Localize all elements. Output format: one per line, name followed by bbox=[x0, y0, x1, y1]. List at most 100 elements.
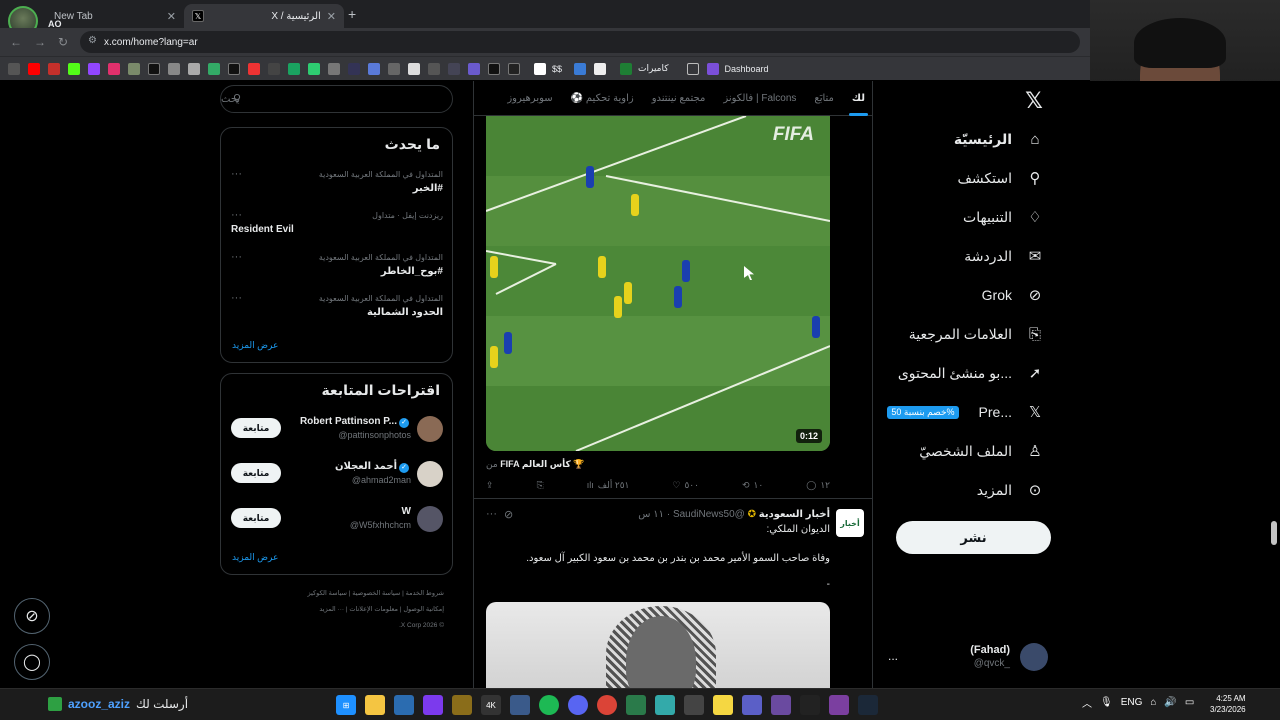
battery-icon[interactable]: ▭ bbox=[1185, 697, 1194, 708]
x-bookmark-icon[interactable] bbox=[148, 62, 160, 75]
more-icon[interactable]: ··· bbox=[231, 292, 242, 304]
bookmark-icon[interactable] bbox=[208, 62, 220, 75]
nav-bookmarks[interactable]: ⎘ العلامات المرجعية bbox=[909, 318, 1044, 350]
discord-icon[interactable] bbox=[568, 695, 588, 715]
more-icon[interactable]: ··· bbox=[486, 508, 497, 520]
follow-suggestion[interactable]: أحمد العجلان ✓ @ahmad2man متابعة bbox=[231, 459, 443, 493]
nav-explore[interactable]: ⚲ استكشف bbox=[957, 162, 1044, 194]
nav-grok[interactable]: ⊘ Grok bbox=[982, 279, 1044, 311]
app-icon[interactable] bbox=[771, 695, 791, 715]
nav-notifications[interactable]: ♢ التنبيهات bbox=[963, 201, 1044, 233]
follow-suggestion[interactable]: W @W5fxhhchcm متابعة bbox=[231, 504, 443, 538]
source-account-link[interactable]: FIFA كأس العالم 🏆 bbox=[500, 459, 584, 469]
bookmark-icon[interactable] bbox=[288, 62, 300, 75]
tweet-time[interactable]: ١١ س bbox=[638, 509, 664, 520]
footer-links[interactable]: شروط الخدمة | سياسة الخصوصية | سياسة الك… bbox=[230, 586, 444, 602]
bookmark-icon[interactable] bbox=[488, 62, 500, 75]
account-menu-icon[interactable]: ... bbox=[888, 649, 898, 663]
bookmark-icon[interactable] bbox=[428, 62, 440, 75]
grok-fab-icon[interactable]: ⊘ bbox=[14, 598, 50, 634]
app-icon[interactable] bbox=[684, 695, 704, 715]
tweet-image[interactable] bbox=[486, 602, 830, 688]
chevron-up-icon[interactable]: ︿ bbox=[1082, 695, 1092, 710]
language-indicator[interactable]: ENG bbox=[1121, 697, 1143, 708]
app-icon[interactable] bbox=[829, 695, 849, 715]
app-icon[interactable] bbox=[800, 695, 820, 715]
bookmark-icon[interactable] bbox=[448, 62, 460, 75]
nav-creator-studio[interactable]: ➚ ...بو منشئ المحتوى bbox=[898, 357, 1044, 389]
back-icon[interactable]: ← bbox=[10, 35, 22, 49]
follow-button[interactable]: متابعة bbox=[231, 508, 281, 528]
bookmark-icon[interactable] bbox=[48, 62, 60, 75]
trend-item[interactable]: المتداول في المملكة العربية السعودية #بو… bbox=[231, 251, 443, 287]
twitch-bookmark-icon[interactable] bbox=[88, 62, 100, 75]
bookmark-cameras[interactable]: كاميرات bbox=[618, 62, 669, 75]
footer-links[interactable]: إمكانية الوصول | معلومات الإعلانات | ···… bbox=[230, 602, 444, 618]
tiktok-bookmark-icon[interactable] bbox=[228, 62, 240, 75]
nav-messages[interactable]: ✉ الدردشة bbox=[964, 240, 1044, 272]
post-button[interactable]: نشر bbox=[896, 521, 1051, 554]
nav-premium[interactable]: 𝕏 ...Pre %خصم بنسبة 50 bbox=[887, 396, 1044, 428]
bookmark-icon[interactable] bbox=[508, 62, 520, 75]
scrollbar-thumb[interactable] bbox=[1271, 521, 1277, 545]
bookmark-icon[interactable] bbox=[248, 62, 260, 75]
search-input[interactable]: بحث ⚲ bbox=[220, 85, 453, 113]
trend-item[interactable]: ريزدنت إيفل · متداول Resident Evil ··· bbox=[231, 209, 443, 245]
tab-new-tab[interactable]: New Tab ✕ bbox=[8, 4, 184, 28]
amazon-bookmark-icon[interactable] bbox=[408, 62, 420, 75]
bookmark-icon[interactable] bbox=[128, 62, 140, 75]
spotify-icon[interactable] bbox=[539, 695, 559, 715]
start-icon[interactable]: ⊞ bbox=[336, 695, 356, 715]
file-explorer-icon[interactable] bbox=[365, 695, 385, 715]
trend-item[interactable]: المتداول في المملكة العربية السعودية الح… bbox=[231, 292, 443, 328]
bookmark-icon[interactable] bbox=[308, 62, 320, 75]
avatar[interactable]: أخبار bbox=[836, 509, 864, 537]
tab-refereeing-corner[interactable]: ⚽ زاوية تحكيم bbox=[562, 81, 643, 116]
bookmark-button[interactable]: ⎘ bbox=[537, 480, 544, 491]
tab-superheroes[interactable]: سوبرهيروز bbox=[498, 81, 561, 116]
more-icon[interactable]: ··· bbox=[231, 209, 242, 221]
x-logo-icon[interactable]: 𝕏 bbox=[1022, 89, 1046, 113]
bookmark-icon[interactable] bbox=[368, 62, 380, 75]
clock[interactable]: 4:25 AM 3/23/2026 bbox=[1210, 693, 1246, 715]
reply-button[interactable]: ◯ ١٢ bbox=[806, 480, 830, 491]
url-input[interactable]: ⚙ x.com/home?lang=ar bbox=[80, 31, 1080, 53]
bookmark-icon[interactable] bbox=[168, 62, 180, 75]
app-icon[interactable] bbox=[510, 695, 530, 715]
bookmark-icon[interactable] bbox=[594, 62, 607, 75]
bookmark-dashboard[interactable]: Dashboard bbox=[685, 62, 769, 75]
close-icon[interactable]: ✕ bbox=[167, 10, 176, 23]
more-icon[interactable]: ··· bbox=[231, 251, 242, 263]
show-more-link[interactable]: عرض المزيد bbox=[232, 552, 278, 563]
reload-icon[interactable]: ↻ bbox=[58, 35, 68, 49]
show-more-link[interactable]: عرض المزيد bbox=[232, 340, 278, 351]
tab-nintendo-community[interactable]: مجتمع نينتندو bbox=[643, 81, 715, 116]
bookmark-icon[interactable] bbox=[268, 62, 280, 75]
new-tab-button[interactable]: + bbox=[348, 6, 356, 22]
grok-icon[interactable]: ⊘ bbox=[504, 508, 513, 521]
forward-icon[interactable]: → bbox=[34, 35, 46, 49]
tab-for-you[interactable]: لك bbox=[843, 81, 872, 116]
bookmark-money[interactable]: $$ bbox=[532, 62, 562, 75]
youtube-bookmark-icon[interactable] bbox=[28, 62, 40, 75]
chrome-icon[interactable] bbox=[597, 695, 617, 715]
app-icon[interactable] bbox=[394, 695, 414, 715]
4k-icon[interactable]: 4K bbox=[481, 695, 501, 715]
tab-x-home[interactable]: 𝕏 X / الرئيسية ✕ bbox=[184, 4, 344, 28]
follow-button[interactable]: متابعة bbox=[231, 418, 281, 438]
bookmark-icon[interactable] bbox=[348, 62, 360, 75]
site-settings-icon[interactable]: ⚙ bbox=[88, 35, 97, 46]
notification-widget[interactable]: azooz_aziz أرسلت لك bbox=[48, 697, 188, 711]
trend-item[interactable]: المتداول في المملكة العربية السعودية #ال… bbox=[231, 168, 443, 204]
video-player[interactable]: FIFA 0:12 bbox=[486, 116, 830, 451]
nav-home[interactable]: ⌂ الرئيسيّة bbox=[954, 123, 1044, 155]
tab-following[interactable]: متابَع bbox=[805, 81, 843, 116]
bookmark-icon[interactable] bbox=[188, 62, 200, 75]
steam-icon[interactable] bbox=[858, 695, 878, 715]
app-icon[interactable] bbox=[655, 695, 675, 715]
tab-falcons[interactable]: فالكونز | Falcons bbox=[714, 81, 805, 116]
chat-fab-icon[interactable]: ◯ bbox=[14, 644, 50, 680]
like-button[interactable]: ♡ ٥٠٠ bbox=[672, 480, 699, 491]
follow-suggestion[interactable]: Robert Pattinson P... ✓ @pattinsonphotos … bbox=[231, 414, 443, 448]
volume-icon[interactable]: 🔊 bbox=[1164, 697, 1176, 708]
